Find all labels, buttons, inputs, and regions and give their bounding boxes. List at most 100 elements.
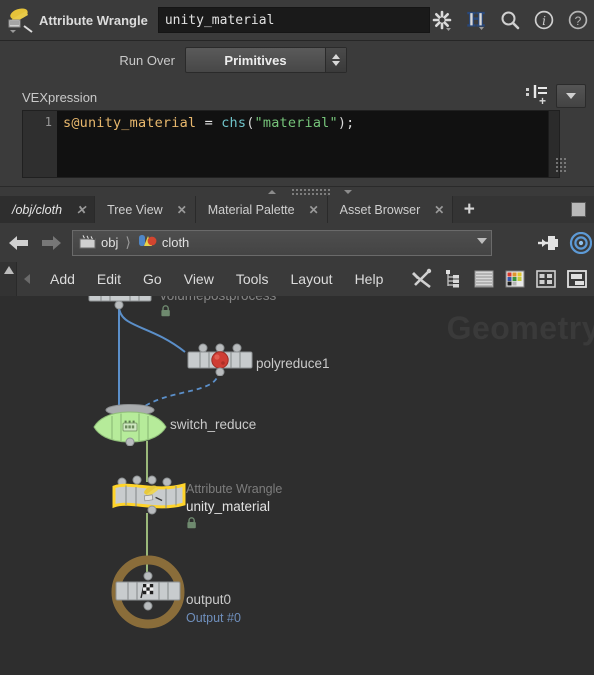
lock-icon <box>186 516 197 529</box>
node-switch-reduce[interactable] <box>92 402 168 451</box>
network-path-field[interactable]: obj ⟩ cloth <box>72 229 492 256</box>
code-line-1: s@unity_material = chs("material"); <box>63 115 548 131</box>
vexpression-editor[interactable]: 1 s@unity_material = chs("material"); <box>22 110 560 178</box>
svg-text:i: i <box>542 14 546 28</box>
geometry-objects-icon <box>138 233 157 252</box>
code-token-operator: = <box>196 115 222 131</box>
add-tab-button[interactable]: + <box>453 196 486 223</box>
attribute-wrangle-icon <box>6 6 36 34</box>
node-unity-material[interactable] <box>110 474 190 525</box>
menu-help[interactable]: Help <box>344 271 395 287</box>
parameter-pane: Attribute Wrangle unity_material H i ? R… <box>0 0 594 186</box>
vexpression-label: VEXpression <box>22 90 98 105</box>
code-area[interactable]: s@unity_material = chs("material"); <box>57 111 548 177</box>
node-volumepostprocess[interactable] <box>88 296 152 315</box>
vexpression-tools: + <box>524 84 586 108</box>
target-icon[interactable] <box>568 230 592 256</box>
tools-wrench-icon[interactable] <box>411 268 433 290</box>
breadcrumb-label-cloth[interactable]: cloth <box>162 235 189 250</box>
tab-label: /obj/cloth <box>12 202 63 217</box>
triangle-up-icon <box>4 266 14 274</box>
code-gutter: 1 <box>23 111 57 177</box>
vexpression-menu-button[interactable] <box>556 84 586 108</box>
houdini-h-icon[interactable]: H <box>464 7 488 33</box>
layout-panes-icon[interactable] <box>566 268 588 290</box>
breadcrumb-separator: ⟩ <box>125 234 131 250</box>
run-over-spinner[interactable] <box>325 48 346 72</box>
help-icon[interactable]: ? <box>566 7 590 33</box>
path-dropdown-icon[interactable] <box>477 237 487 244</box>
node-polyreduce1[interactable] <box>186 342 254 381</box>
menu-edit[interactable]: Edit <box>86 271 132 287</box>
node-type-label: Attribute Wrangle <box>39 12 148 28</box>
run-over-value: Primitives <box>224 52 287 68</box>
code-token-function: chs <box>221 115 247 131</box>
maximize-pane-icon[interactable] <box>571 202 586 217</box>
node-sublabel-output0: Output #0 <box>186 611 241 625</box>
search-icon[interactable] <box>498 7 522 33</box>
tab-label: Material Palette <box>207 202 295 217</box>
arrow-right-icon[interactable] <box>38 231 64 255</box>
tab-asset-browser[interactable]: Asset Browser ✕ <box>327 196 454 223</box>
network-menu-bar: Add Edit Go View Tools Layout Help <box>0 262 594 297</box>
close-icon[interactable]: ✕ <box>309 203 319 217</box>
pane-scroll-indicator[interactable] <box>0 262 17 296</box>
tab-label: Tree View <box>107 202 163 217</box>
path-bar: obj ⟩ cloth <box>0 223 594 263</box>
run-over-label: Run Over <box>119 52 175 68</box>
node-label-switch-reduce: switch_reduce <box>170 417 257 432</box>
network-type-watermark: Geometry <box>446 310 594 346</box>
splitter-up-icon[interactable] <box>268 190 276 194</box>
parameter-header: Attribute Wrangle unity_material H i ? <box>0 0 594 41</box>
menu-back-icon[interactable] <box>17 272 39 286</box>
node-output0[interactable] <box>110 554 186 635</box>
grid-view-icon[interactable] <box>535 268 557 290</box>
tab-tree-view[interactable]: Tree View ✕ <box>95 196 196 223</box>
node-label-output0: output0 <box>186 592 232 607</box>
code-token-attribute: s@unity_material <box>63 115 197 131</box>
close-icon[interactable]: ✕ <box>177 203 187 217</box>
node-label-unity-material: unity_material <box>186 499 271 514</box>
node-label-polyreduce1: polyreduce1 <box>256 356 330 371</box>
resize-grip[interactable] <box>556 158 570 174</box>
node-name-input[interactable]: unity_material <box>157 7 430 33</box>
tab-bar: /obj/cloth ✕ Tree View ✕ Material Palett… <box>0 196 594 223</box>
menu-layout[interactable]: Layout <box>280 271 344 287</box>
code-token-string: "material" <box>254 115 338 131</box>
menu-view[interactable]: View <box>173 271 225 287</box>
tab-bar-right <box>571 196 594 223</box>
list-view-icon[interactable] <box>473 268 495 290</box>
path-bar-icons <box>536 230 594 256</box>
node-type-label-unity-material: Attribute Wrangle <box>186 482 283 496</box>
tab-obj-cloth[interactable]: /obj/cloth ✕ <box>0 196 96 223</box>
tab-label: Asset Browser <box>339 202 421 217</box>
pin-icon[interactable] <box>536 230 560 256</box>
chevron-down-icon <box>566 93 576 99</box>
houdini-window: Attribute Wrangle unity_material H i ? R… <box>0 0 594 675</box>
menu-go[interactable]: Go <box>132 271 173 287</box>
spinner-down-icon <box>332 61 340 66</box>
asterisk-gear-icon[interactable] <box>430 7 454 33</box>
arrow-left-icon[interactable] <box>6 231 32 255</box>
node-label-volumepostprocess: volumepostprocess <box>160 296 276 303</box>
tab-material-palette[interactable]: Material Palette ✕ <box>195 196 328 223</box>
splitter-down-icon[interactable] <box>344 190 352 194</box>
spinner-up-icon <box>332 54 340 59</box>
svg-text:?: ? <box>575 14 582 28</box>
menu-tools[interactable]: Tools <box>225 271 280 287</box>
breadcrumb: obj ⟩ cloth <box>73 233 189 252</box>
run-over-dropdown[interactable]: Primitives <box>185 47 347 73</box>
info-icon[interactable]: i <box>532 7 556 33</box>
tree-list-icon[interactable] <box>442 268 464 290</box>
color-palette-icon[interactable] <box>504 268 526 290</box>
close-icon[interactable]: ✕ <box>76 203 86 217</box>
network-editor[interactable]: Geometry volu <box>0 296 594 675</box>
close-icon[interactable]: ✕ <box>434 203 444 217</box>
channel-edit-icon[interactable]: + <box>524 84 550 108</box>
menu-add[interactable]: Add <box>39 271 86 287</box>
lock-icon <box>160 304 171 317</box>
code-token-close: ); <box>337 115 355 131</box>
breadcrumb-label-obj[interactable]: obj <box>101 235 118 250</box>
menu-bar-icons <box>411 268 594 290</box>
svg-text:+: + <box>539 94 546 106</box>
